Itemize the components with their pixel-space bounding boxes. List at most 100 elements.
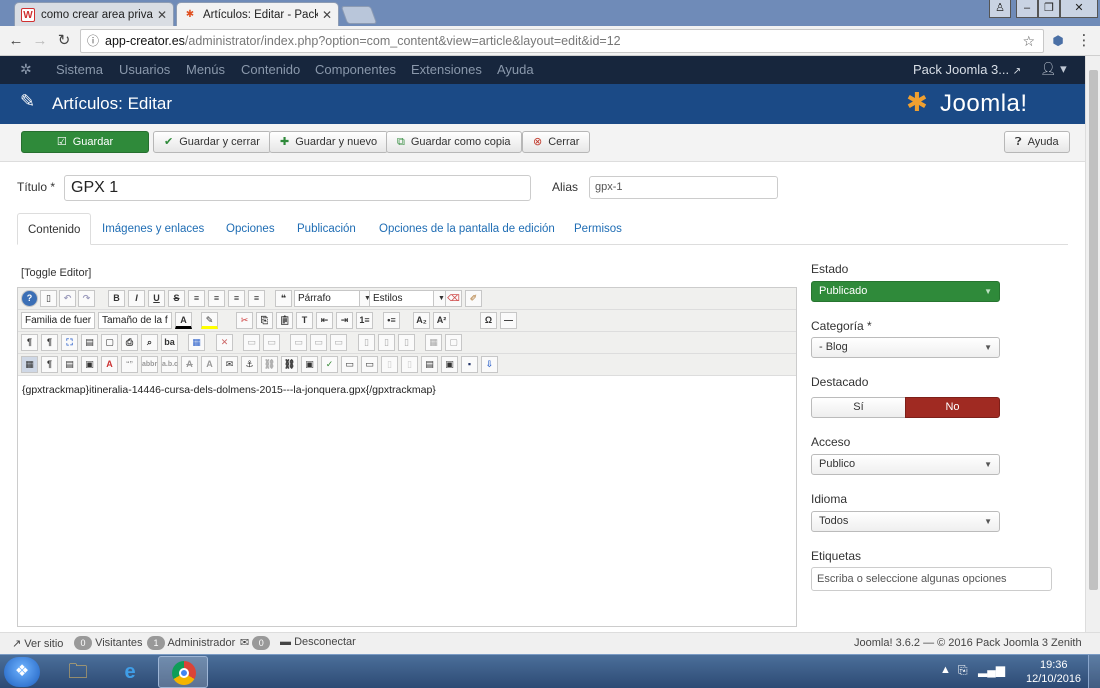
find-icon[interactable]: ⌕ (141, 334, 158, 351)
back-arrow-icon[interactable]: ← (6, 31, 26, 51)
insert-time-icon[interactable]: ▣ (81, 356, 98, 373)
reload-icon[interactable]: ↻ (54, 31, 74, 51)
tab-opciones[interactable]: Opciones (216, 213, 285, 245)
messages-status[interactable]: ✉ 0 (240, 636, 271, 651)
cut-icon[interactable]: ✂ (236, 312, 253, 329)
scrollbar-thumb[interactable] (1089, 70, 1098, 590)
disabled-icon[interactable]: ▯ (401, 356, 418, 373)
volume-icon[interactable]: 🔈︎ (998, 662, 1006, 678)
show-blocks-icon[interactable]: ¶ (41, 356, 58, 373)
explorer-icon[interactable]: 🗀︎ (56, 657, 100, 687)
view-site-link[interactable]: ↗ Ver sitio (12, 637, 63, 650)
outdent-icon[interactable]: ⇤ (316, 312, 333, 329)
bold-icon[interactable]: B (108, 290, 125, 307)
tab-permisos[interactable]: Permisos (564, 213, 632, 245)
template-icon[interactable]: ▤ (81, 334, 98, 351)
browser-tab-2[interactable]: ✱ Artículos: Editar - Pack Jo ✕ (176, 2, 339, 26)
tab-contenido[interactable]: Contenido (17, 213, 92, 245)
idioma-select[interactable]: Todos ▼ (811, 511, 1000, 532)
insert-row-after-icon[interactable]: ▭ (310, 334, 327, 351)
new-doc-icon[interactable]: ▯ (40, 290, 57, 307)
help-button[interactable]: ❓︎ Ayuda (1004, 131, 1070, 153)
minimize-button[interactable]: – (1016, 0, 1038, 18)
alias-input[interactable]: gpx-1 (589, 176, 778, 199)
save-button[interactable]: ☑ Guardar (21, 131, 149, 153)
row-icon[interactable]: ▭ (243, 334, 260, 351)
preview-icon[interactable]: ▢ (101, 334, 118, 351)
nav-ayuda[interactable]: Ayuda (497, 62, 534, 77)
site-link[interactable]: Pack Joomla 3... ↗ (913, 62, 1021, 77)
font-family-select[interactable]: Familia de fuer (21, 312, 95, 329)
help-circle-icon[interactable]: ? (21, 290, 38, 307)
insert-col-icon[interactable]: ▯ (378, 334, 395, 351)
align-left-icon[interactable]: ≡ (188, 290, 205, 307)
styles-select[interactable]: Estilos (369, 290, 435, 307)
tray-device-icon[interactable]: ⎘ (958, 663, 968, 678)
italic-icon[interactable]: I (128, 290, 145, 307)
align-right-icon[interactable]: ≡ (228, 290, 245, 307)
show-desktop-button[interactable] (1088, 655, 1100, 688)
spellcheck-icon[interactable]: ✓ (321, 356, 338, 373)
download-icon[interactable]: ⇩ (481, 356, 498, 373)
insert-row-icon[interactable]: ▭ (290, 334, 307, 351)
styleprops-icon[interactable]: A (101, 356, 118, 373)
insert-date-icon[interactable]: ▤ (61, 356, 78, 373)
redo-icon[interactable]: ↷ (78, 290, 95, 307)
bullet-list-icon[interactable]: •≡ (383, 312, 400, 329)
align-center-icon[interactable]: ≡ (208, 290, 225, 307)
maximize-button[interactable]: ❐ (1038, 0, 1060, 18)
superscript-icon[interactable]: A² (433, 312, 450, 329)
copy-icon[interactable]: ⎘ (256, 312, 273, 329)
blockquote-icon[interactable]: ❝ (275, 290, 292, 307)
nav-usuarios[interactable]: Usuarios (119, 62, 170, 77)
categoria-select[interactable]: - Blog ▼ (811, 337, 1000, 358)
destacado-no-button[interactable]: No (905, 397, 1000, 418)
merge-cells-icon[interactable]: ▢ (445, 334, 462, 351)
disabled-icon[interactable]: ▯ (381, 356, 398, 373)
clock-date[interactable]: 12/10/2016 (1026, 673, 1081, 685)
menu-dots-icon[interactable]: ⋮ (1074, 31, 1094, 51)
bookmark-star-icon[interactable]: ☆ (1022, 30, 1035, 52)
close-tab-icon[interactable]: ✕ (318, 8, 332, 22)
anchor-icon[interactable]: ⚓ (241, 356, 258, 373)
title-input[interactable]: GPX 1 (64, 175, 531, 201)
image-icon[interactable]: ▣ (301, 356, 318, 373)
abbr-icon[interactable]: abbr (141, 356, 158, 373)
start-button[interactable]: ❖ (4, 657, 40, 687)
eraser-icon[interactable]: ⌫ (445, 290, 462, 307)
chrome-taskbar-button[interactable] (158, 656, 208, 688)
print-icon[interactable]: ⎙ (121, 334, 138, 351)
clock-time[interactable]: 19:36 (1040, 659, 1068, 671)
close-button[interactable]: ⊗ Cerrar (522, 131, 591, 153)
destacado-yes-button[interactable]: Sí (811, 397, 906, 418)
del-icon[interactable]: A (181, 356, 198, 373)
estado-select[interactable]: Publicado ▼ (811, 281, 1000, 302)
nav-sistema[interactable]: Sistema (56, 62, 103, 77)
undo-icon[interactable]: ↶ (59, 290, 76, 307)
delete-row-icon[interactable]: ▭ (330, 334, 347, 351)
save-close-button[interactable]: ✔ Guardar y cerrar (153, 131, 271, 153)
highlight-icon[interactable]: ✎ (201, 312, 218, 329)
visual-aid-icon[interactable]: ▦ (21, 356, 38, 373)
user-profile-icon[interactable]: ♙ (989, 0, 1011, 18)
tray-show-icons[interactable]: ▲ (940, 664, 951, 676)
text-color-icon[interactable]: A (175, 312, 192, 329)
ltr-icon[interactable]: ¶ (21, 334, 38, 351)
clean-brush-icon[interactable]: ✐ (465, 290, 482, 307)
logout-link[interactable]: ▬ Desconectar (280, 636, 356, 648)
new-tab-button[interactable] (340, 6, 378, 24)
acceso-select[interactable]: Publico ▼ (811, 454, 1000, 475)
admin-status[interactable]: 1 Administrador (147, 636, 235, 650)
omega-icon[interactable]: Ω (480, 312, 497, 329)
strikethrough-icon[interactable]: S (168, 290, 185, 307)
forward-arrow-icon[interactable]: → (30, 31, 50, 51)
internet-explorer-icon[interactable]: e (108, 657, 152, 687)
editor-content[interactable]: {gpxtrackmap}itineralia-14446-cursa-dels… (22, 384, 436, 396)
acronym-icon[interactable]: a.b.c (161, 356, 178, 373)
nav-extensiones[interactable]: Extensiones (411, 62, 482, 77)
save-disk-icon[interactable]: ▪ (461, 356, 478, 373)
readmore-icon[interactable]: ▭ (361, 356, 378, 373)
paste-text-icon[interactable]: T (296, 312, 313, 329)
save-new-button[interactable]: ✚ Guardar y nuevo (269, 131, 389, 153)
rtl-icon[interactable]: ¶ (41, 334, 58, 351)
